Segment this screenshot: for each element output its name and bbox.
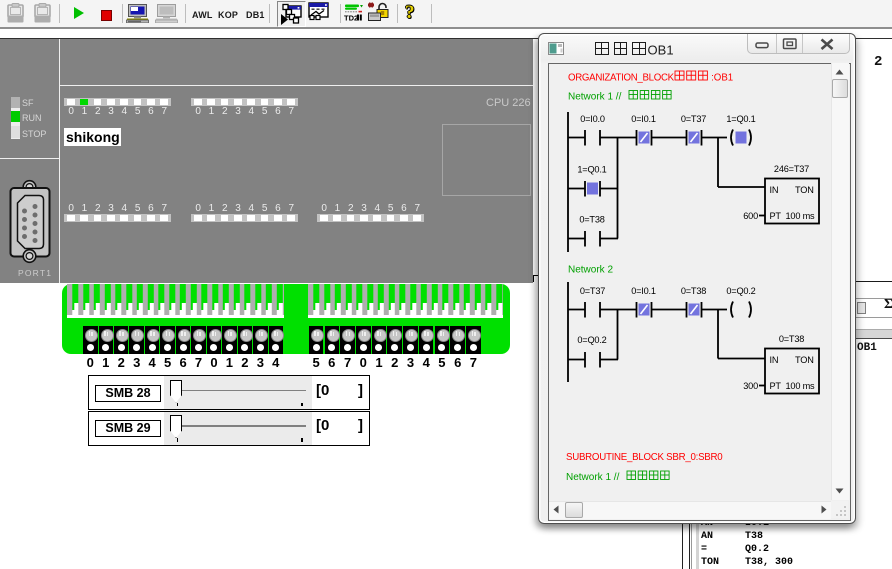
svg-text:PT: PT (770, 211, 782, 221)
svg-text:0=Q0.2: 0=Q0.2 (577, 335, 606, 345)
svg-text:IN: IN (770, 355, 779, 365)
svg-text:Network 1 //: Network 1 // (566, 472, 620, 483)
svg-text:300: 300 (743, 381, 758, 391)
svg-text:1=Q0.1: 1=Q0.1 (577, 165, 606, 175)
svg-text:0=T38: 0=T38 (681, 286, 706, 296)
svg-text:0=Q0.2: 0=Q0.2 (726, 286, 755, 296)
svg-text:100 ms: 100 ms (786, 211, 816, 221)
svg-text:Network 1 //: Network 1 // (568, 92, 622, 103)
svg-text:600: 600 (743, 211, 758, 221)
svg-text:1=Q0.1: 1=Q0.1 (726, 114, 755, 124)
svg-text:Network 2: Network 2 (568, 265, 613, 276)
svg-text:PT: PT (770, 381, 782, 391)
svg-text:IN: IN (770, 185, 779, 195)
svg-text:0=T37: 0=T37 (580, 286, 605, 296)
svg-text:SUBROUTINE_BLOCK SBR_0:SBR0: SUBROUTINE_BLOCK SBR_0:SBR0 (566, 452, 723, 463)
svg-text:ORGANIZATION_BLOCK: ORGANIZATION_BLOCK (568, 73, 675, 84)
svg-text:0=T37: 0=T37 (681, 114, 706, 124)
svg-text:TON: TON (795, 355, 814, 365)
svg-text::OB1: :OB1 (711, 73, 733, 84)
svg-text:TON: TON (795, 185, 814, 195)
svg-text:100 ms: 100 ms (786, 381, 816, 391)
svg-text:TD2: TD2 (344, 14, 358, 23)
svg-text:0=I0.1: 0=I0.1 (631, 114, 656, 124)
svg-text:246=T37: 246=T37 (774, 164, 809, 174)
svg-text:0=I0.0: 0=I0.0 (580, 114, 605, 124)
svg-text:0=T38: 0=T38 (779, 334, 804, 344)
svg-text:0=T38: 0=T38 (579, 215, 604, 225)
svg-text:0=I0.1: 0=I0.1 (631, 286, 656, 296)
